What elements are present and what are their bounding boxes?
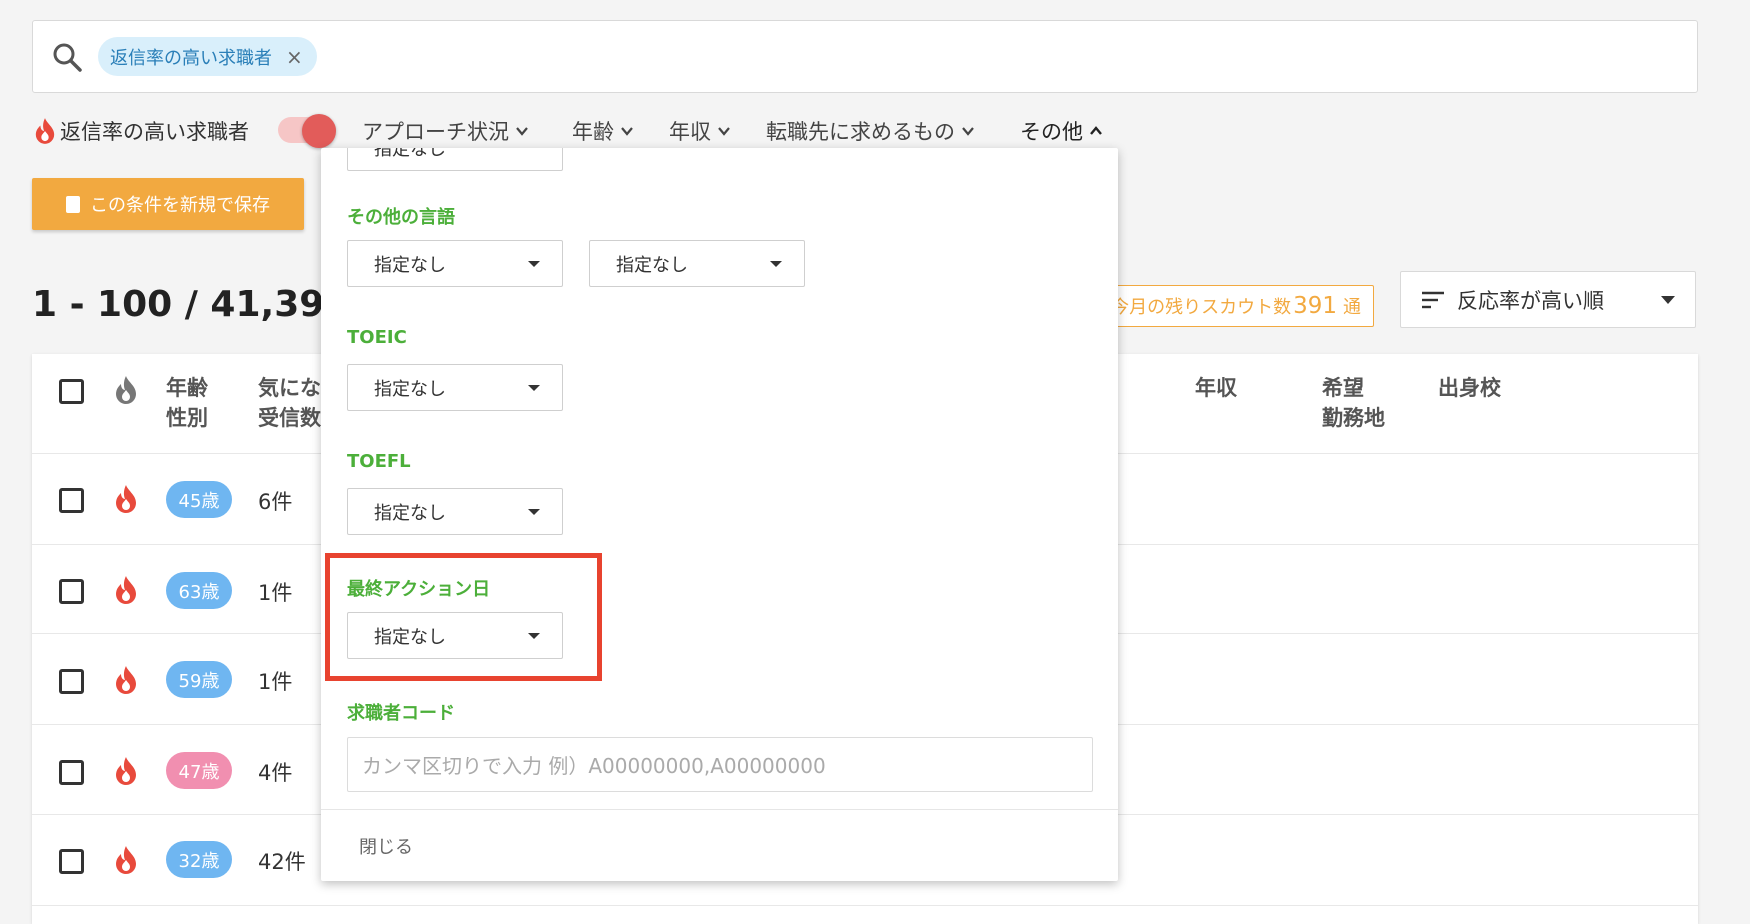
received-count: 1件 — [258, 581, 293, 605]
fire-icon — [116, 576, 136, 604]
seeker-code-label: 求職者コード — [347, 703, 455, 724]
desired-dropdown[interactable]: 転職先に求めるもの — [766, 112, 975, 150]
income-label: 年収 — [669, 120, 711, 144]
age-badge: 63歳 — [166, 572, 232, 609]
approach-status-dropdown[interactable]: アプローチ状況 — [362, 112, 529, 150]
other-language-select-1[interactable]: 指定なし — [347, 240, 563, 287]
toggle-knob[interactable] — [302, 114, 336, 148]
toefl-label: TOEFL — [347, 451, 411, 472]
other-language-label: その他の言語 — [347, 207, 455, 228]
received-count: 42件 — [258, 850, 306, 874]
search-icon — [53, 43, 82, 72]
highlight-box — [325, 553, 602, 681]
chevron-down-icon — [516, 127, 528, 136]
row-checkbox[interactable] — [59, 669, 84, 694]
toeic-select[interactable]: 指定なし — [347, 364, 563, 411]
toefl-select[interactable]: 指定なし — [347, 488, 563, 535]
save-condition-button[interactable]: この条件を新規で保存 — [32, 178, 304, 230]
chevron-down-icon — [962, 127, 974, 136]
partial-select[interactable]: 指定なし — [347, 148, 563, 171]
chevron-down-icon — [621, 127, 633, 136]
income-dropdown[interactable]: 年収 — [669, 112, 731, 150]
row-checkbox[interactable] — [59, 760, 84, 785]
fire-icon — [35, 118, 55, 144]
received-count: 1件 — [258, 670, 293, 694]
scout-suffix: 通 — [1343, 297, 1361, 318]
scout-prefix: 今月の残りスカウト数 — [1111, 297, 1292, 318]
document-icon — [66, 195, 80, 213]
seeker-code-input[interactable]: カンマ区切りで入力 例）A00000000,A00000000 — [347, 737, 1093, 792]
header-age-gender: 年齢 性別 — [166, 376, 208, 430]
row-checkbox[interactable] — [59, 849, 84, 874]
chevron-down-icon — [718, 127, 730, 136]
save-condition-label: この条件を新規で保存 — [90, 195, 270, 216]
search-chip-label: 返信率の高い求職者 — [110, 47, 272, 69]
select-all-checkbox[interactable] — [59, 379, 84, 404]
header-school: 出身校 — [1438, 376, 1501, 400]
fire-icon — [116, 666, 136, 694]
fire-icon — [116, 846, 136, 874]
other-filter-panel: 指定なし その他の言語 指定なし 指定なし TOEIC 指定なし TOEFL 指… — [321, 148, 1118, 881]
header-favorites: 気にな 受信数 — [258, 376, 321, 430]
age-badge: 47歳 — [166, 752, 232, 789]
scout-remaining-badge: 今月の残りスカウト数 391 通 — [1098, 285, 1374, 327]
received-count: 4件 — [258, 761, 293, 785]
received-count: 6件 — [258, 490, 293, 514]
result-count: 1 - 100 / 41,390 — [32, 284, 350, 325]
chip-remove-icon[interactable]: × — [286, 45, 303, 69]
fire-icon — [116, 757, 136, 785]
header-income: 年収 — [1195, 376, 1237, 400]
close-button[interactable]: 閉じる — [359, 833, 413, 859]
toeic-label: TOEIC — [347, 327, 407, 348]
high-reply-filter: 返信率の高い求職者 — [34, 112, 249, 150]
age-badge: 45歳 — [166, 481, 232, 518]
sort-icon — [1422, 291, 1444, 308]
fire-header-icon — [116, 376, 136, 404]
other-language-select-2[interactable]: 指定なし — [589, 240, 805, 287]
high-reply-label: 返信率の高い求職者 — [60, 120, 249, 144]
panel-divider — [321, 809, 1118, 810]
other-dropdown[interactable]: その他 — [1020, 112, 1103, 150]
age-badge: 59歳 — [166, 661, 232, 698]
age-dropdown[interactable]: 年齢 — [572, 112, 634, 150]
sort-select[interactable]: 反応率が高い順 — [1400, 271, 1696, 328]
sort-selected: 反応率が高い順 — [1457, 288, 1604, 313]
fire-icon — [116, 485, 136, 513]
other-label: その他 — [1020, 120, 1083, 144]
row-checkbox[interactable] — [59, 488, 84, 513]
desired-label: 転職先に求めるもの — [766, 120, 955, 144]
age-badge: 32歳 — [166, 841, 232, 878]
caret-down-icon — [1661, 295, 1675, 304]
approach-status-label: アプローチ状況 — [362, 120, 509, 144]
scout-number: 391 — [1293, 293, 1337, 319]
chevron-up-icon — [1090, 126, 1102, 135]
search-chip: 返信率の高い求職者 × — [98, 37, 317, 76]
header-location: 希望 勤務地 — [1322, 376, 1385, 430]
row-checkbox[interactable] — [59, 579, 84, 604]
age-label: 年齢 — [572, 120, 614, 144]
